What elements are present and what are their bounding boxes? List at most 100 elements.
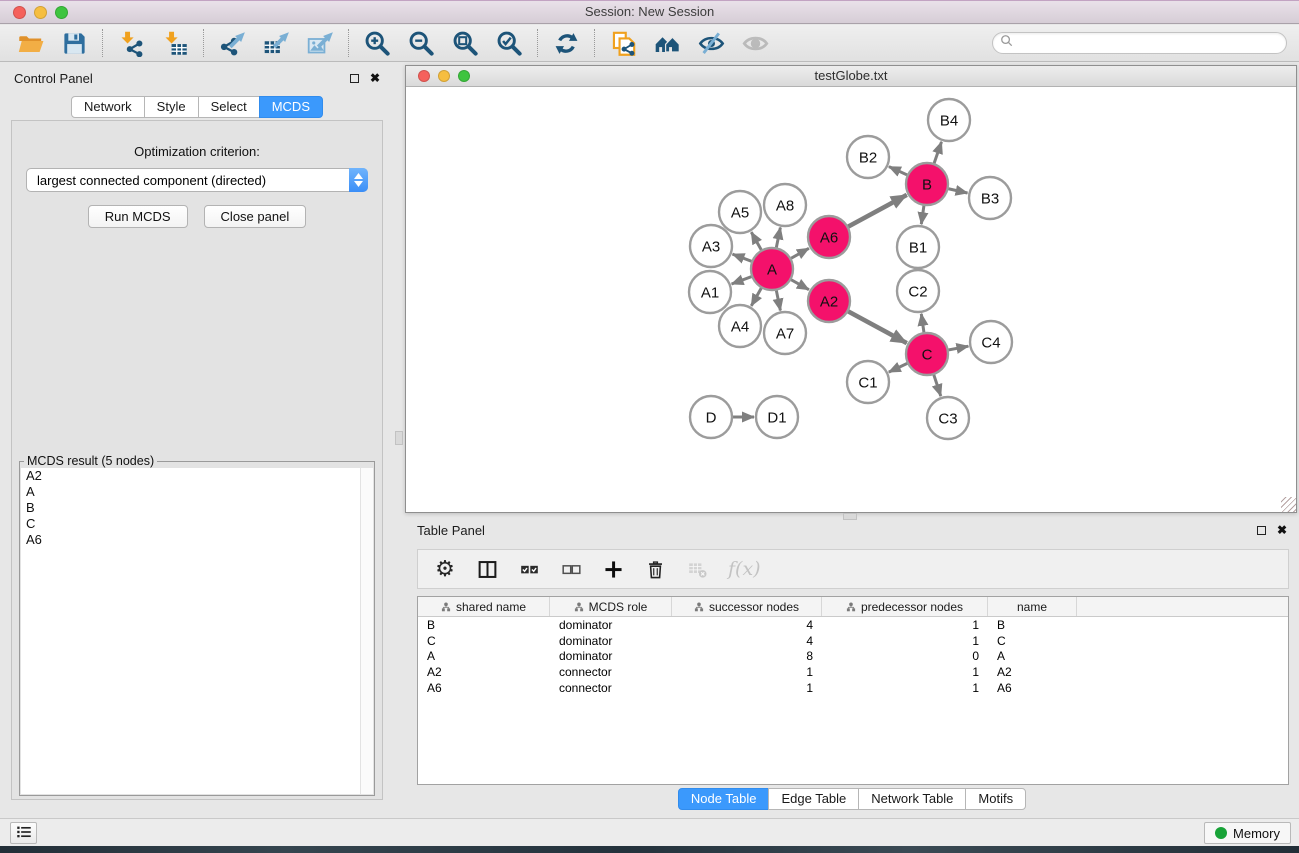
table-tab-edge-table[interactable]: Edge Table — [768, 788, 859, 810]
table-tab-node-table[interactable]: Node Table — [678, 788, 770, 810]
hide-selected-button[interactable] — [693, 27, 729, 59]
table-row[interactable]: Cdominator41C — [418, 633, 1288, 649]
column-browser-button[interactable] — [476, 557, 498, 581]
refresh-button[interactable] — [548, 27, 584, 59]
resize-grip[interactable] — [1281, 497, 1296, 512]
mcds-result-item[interactable]: A — [21, 484, 373, 500]
import-network-button[interactable] — [113, 27, 149, 59]
deselect-all-button[interactable] — [560, 557, 582, 581]
destroy-table-button[interactable] — [686, 557, 708, 581]
graph-node-A7[interactable]: A7 — [764, 312, 806, 354]
mcds-result-item[interactable]: A6 — [21, 532, 373, 548]
optimization-criterion-select[interactable]: largest connected component (directed) — [26, 168, 368, 192]
network-zoom-button[interactable] — [458, 70, 470, 82]
table-header-row: shared name MCDS role successor nodesprede… — [418, 597, 1288, 617]
network-canvas[interactable]: B4 B2 B B3 B1 A5A8A6 A3 A A1 A2 A4A7 C2 C C4 C1 C3 D D1 — [406, 87, 1296, 512]
graph-node-C4[interactable]: C4 — [970, 321, 1012, 363]
close-table-panel-icon[interactable]: ✖ — [1277, 524, 1287, 536]
add-button[interactable] — [602, 557, 624, 581]
memory-status-dot — [1215, 827, 1227, 839]
table-cell: A — [418, 649, 550, 663]
column-header-predecessor-nodes[interactable]: predecessor nodes — [822, 597, 988, 616]
graph-node-A8[interactable]: A8 — [764, 184, 806, 226]
network-list-button[interactable] — [10, 822, 37, 844]
graph-node-C1[interactable]: C1 — [847, 361, 889, 403]
graph-node-B2[interactable]: B2 — [847, 136, 889, 178]
graph-node-A4[interactable]: A4 — [719, 305, 761, 347]
window-close-button[interactable] — [13, 6, 26, 19]
tab-style[interactable]: Style — [144, 96, 199, 118]
graph-node-A2[interactable]: A2 — [808, 280, 850, 322]
graph-node-C[interactable]: C — [906, 333, 948, 375]
close-panel-icon[interactable]: ✖ — [370, 72, 380, 84]
graph-node-A[interactable]: A — [751, 248, 793, 290]
window-zoom-button[interactable] — [55, 6, 68, 19]
graph-node-A3[interactable]: A3 — [690, 225, 732, 267]
tab-select[interactable]: Select — [198, 96, 260, 118]
clone-network-button[interactable] — [605, 27, 641, 59]
graph-node-D1[interactable]: D1 — [756, 396, 798, 438]
mcds-result-item[interactable]: A2 — [21, 468, 373, 484]
open-file-button[interactable] — [12, 27, 48, 59]
tab-mcds[interactable]: MCDS — [259, 96, 323, 118]
graph-node-C2[interactable]: C2 — [897, 270, 939, 312]
network-window-titlebar[interactable]: testGlobe.txt — [406, 66, 1296, 87]
home-icon — [654, 30, 681, 57]
select-all-button[interactable] — [518, 557, 540, 581]
graph-node-B1[interactable]: B1 — [897, 226, 939, 268]
column-header-name[interactable]: name — [988, 597, 1077, 616]
mcds-result-item[interactable]: B — [21, 500, 373, 516]
delete-button[interactable] — [644, 557, 666, 581]
export-table-button[interactable] — [258, 27, 294, 59]
float-table-panel-icon[interactable] — [1257, 526, 1266, 535]
graph-node-A6[interactable]: A6 — [808, 216, 850, 258]
run-mcds-button[interactable]: Run MCDS — [88, 205, 188, 228]
svg-text:A1: A1 — [701, 285, 719, 302]
search-box[interactable] — [992, 32, 1287, 54]
table-tab-network-table[interactable]: Network Table — [858, 788, 966, 810]
table-row[interactable]: A6connector11A6 — [418, 680, 1288, 696]
search-input[interactable] — [1017, 35, 1279, 51]
export-network-button[interactable] — [214, 27, 250, 59]
network-minimize-button[interactable] — [438, 70, 450, 82]
window-minimize-button[interactable] — [34, 6, 47, 19]
list-scrollbar[interactable] — [360, 468, 373, 794]
graph-node-B3[interactable]: B3 — [969, 177, 1011, 219]
function-builder-button[interactable]: f(x) — [728, 557, 761, 581]
zoom-out-button[interactable] — [403, 27, 439, 59]
table-row[interactable]: Adominator80A — [418, 649, 1288, 665]
graph-node-A5[interactable]: A5 — [719, 191, 761, 233]
float-panel-icon[interactable] — [350, 74, 359, 83]
zoom-selected-button[interactable] — [491, 27, 527, 59]
show-all-button[interactable] — [737, 27, 773, 59]
graph-node-C3[interactable]: C3 — [927, 397, 969, 439]
column-attr-icon — [441, 602, 451, 612]
graph-node-A1[interactable]: A1 — [689, 271, 731, 313]
column-label: MCDS role — [589, 600, 648, 614]
column-header-shared-name[interactable]: shared name — [418, 597, 550, 616]
zoom-fit-button[interactable] — [447, 27, 483, 59]
mcds-result-list[interactable]: A2ABCA6 — [21, 468, 373, 794]
memory-button[interactable]: Memory — [1204, 822, 1291, 844]
graph-node-B4[interactable]: B4 — [928, 99, 970, 141]
import-table-button[interactable] — [157, 27, 193, 59]
table-panel-title: Table Panel — [417, 523, 485, 538]
column-header-MCDS-role[interactable]: MCDS role — [550, 597, 672, 616]
settings-button[interactable]: ⚙ — [434, 557, 456, 581]
vertical-scrollbar-thumb[interactable] — [395, 431, 403, 445]
network-close-button[interactable] — [418, 70, 430, 82]
graph-node-D[interactable]: D — [690, 396, 732, 438]
save-session-button[interactable] — [56, 27, 92, 59]
table-row[interactable]: Bdominator41B — [418, 617, 1288, 633]
zoom-in-button[interactable] — [359, 27, 395, 59]
tab-network[interactable]: Network — [71, 96, 145, 118]
graph-node-B[interactable]: B — [906, 163, 948, 205]
mcds-result-item[interactable]: C — [21, 516, 373, 532]
table-row[interactable]: A2connector11A2 — [418, 664, 1288, 680]
close-panel-button[interactable]: Close panel — [204, 205, 307, 228]
export-image-button[interactable] — [302, 27, 338, 59]
table-cell: 1 — [822, 618, 988, 632]
table-tab-motifs[interactable]: Motifs — [965, 788, 1026, 810]
home-button[interactable] — [649, 27, 685, 59]
column-header-successor-nodes[interactable]: successor nodes — [672, 597, 822, 616]
